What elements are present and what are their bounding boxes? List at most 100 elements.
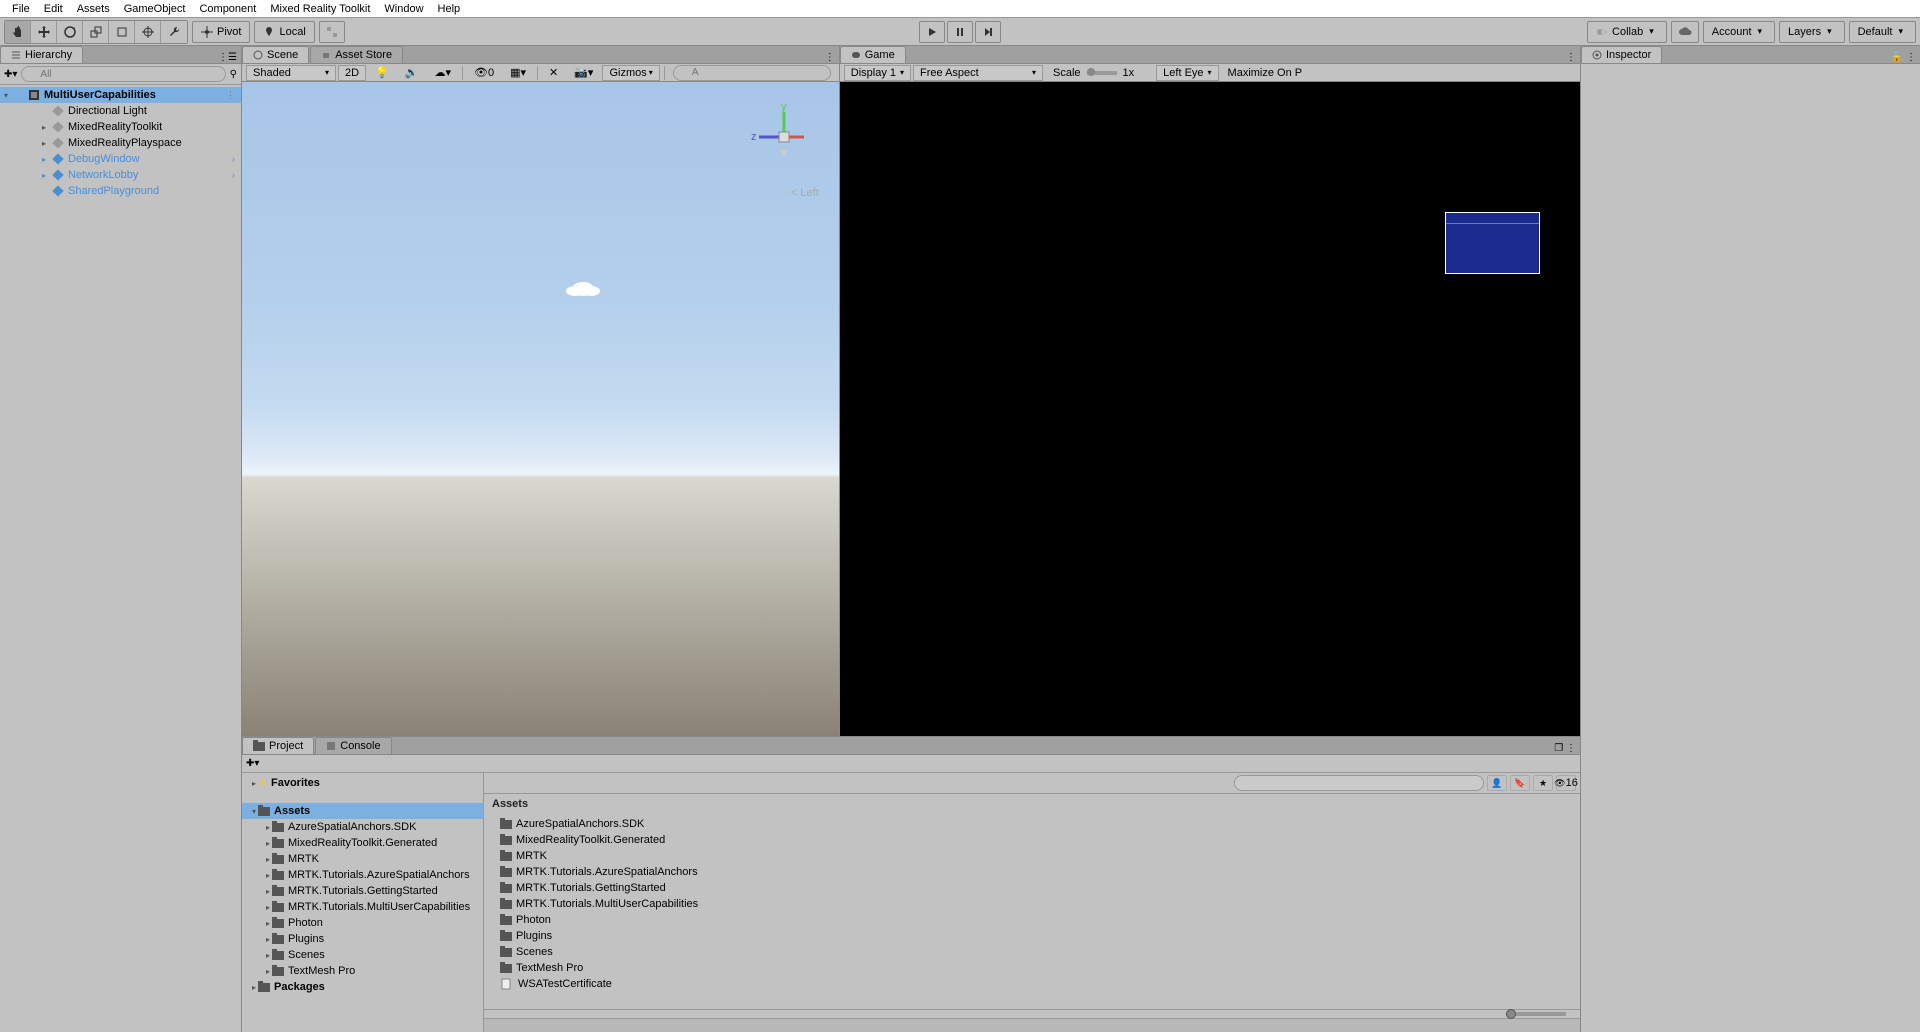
- project-tree-item[interactable]: MixedRealityToolkit.Generated: [242, 835, 483, 851]
- hierarchy-item-debugwindow[interactable]: DebugWindow›: [0, 151, 241, 167]
- asset-item[interactable]: MRTK.Tutorials.MultiUserCapabilities: [492, 896, 1572, 912]
- tab-project[interactable]: Project: [242, 737, 314, 754]
- project-search[interactable]: [1234, 775, 1484, 791]
- step-button[interactable]: [975, 21, 1001, 43]
- hierarchy-item-networklobby[interactable]: NetworkLobby›: [0, 167, 241, 183]
- snap-toggle[interactable]: [319, 21, 345, 43]
- foldout-icon[interactable]: [266, 871, 270, 880]
- asset-item[interactable]: Plugins: [492, 928, 1572, 944]
- hierarchy-filter[interactable]: ⚲: [230, 69, 237, 80]
- menu-gameobject[interactable]: GameObject: [118, 2, 192, 15]
- collab-dropdown[interactable]: Collab: [1587, 21, 1667, 43]
- project-tree-item[interactable]: MRTK.Tutorials.GettingStarted: [242, 883, 483, 899]
- asset-item[interactable]: MRTK.Tutorials.AzureSpatialAnchors: [492, 864, 1572, 880]
- filter-label[interactable]: 🔖: [1510, 775, 1530, 791]
- foldout-icon[interactable]: [42, 155, 46, 164]
- audio-toggle[interactable]: 🔊: [398, 65, 426, 81]
- hierarchy-item-mixedrealityplayspace[interactable]: MixedRealityPlayspace: [0, 135, 241, 151]
- project-tree-item[interactable]: MRTK.Tutorials.AzureSpatialAnchors: [242, 867, 483, 883]
- scale-slider[interactable]: [1087, 71, 1117, 75]
- thumbnail-size-slider[interactable]: [1506, 1012, 1566, 1016]
- asset-item[interactable]: WSATestCertificate: [492, 976, 1572, 992]
- transform-tool[interactable]: [135, 21, 161, 43]
- asset-item[interactable]: MRTK.Tutorials.GettingStarted: [492, 880, 1572, 896]
- tab-console[interactable]: Console: [315, 737, 391, 754]
- hand-tool[interactable]: [5, 21, 31, 43]
- foldout-icon[interactable]: [266, 823, 270, 832]
- gizmos-dropdown[interactable]: Gizmos▾: [602, 65, 659, 81]
- project-tree-item[interactable]: Scenes: [242, 947, 483, 963]
- game-viewport[interactable]: [840, 82, 1580, 736]
- menu-assets[interactable]: Assets: [71, 2, 116, 15]
- foldout-icon[interactable]: [266, 839, 270, 848]
- project-tab-menu[interactable]: ❐ ⋮: [1554, 743, 1576, 754]
- foldout-icon[interactable]: [266, 951, 270, 960]
- 2d-toggle[interactable]: 2D: [338, 65, 366, 81]
- layout-dropdown[interactable]: Default: [1849, 21, 1916, 43]
- assets-root[interactable]: Assets: [242, 803, 483, 819]
- tab-hierarchy[interactable]: Hierarchy: [0, 46, 83, 63]
- filter-type[interactable]: 👤: [1487, 775, 1507, 791]
- foldout-icon[interactable]: [252, 779, 256, 788]
- foldout-icon[interactable]: [252, 807, 256, 816]
- project-tree-item[interactable]: MRTK: [242, 851, 483, 867]
- create-asset-dropdown[interactable]: ✚▾: [246, 758, 259, 769]
- asset-item[interactable]: Scenes: [492, 944, 1572, 960]
- orientation-gizmo[interactable]: y z: [749, 92, 819, 182]
- scene-search[interactable]: [673, 65, 831, 81]
- project-tree-item[interactable]: Photon: [242, 915, 483, 931]
- scene-viewport[interactable]: y z < Left: [242, 82, 839, 736]
- asset-item[interactable]: AzureSpatialAnchors.SDK: [492, 816, 1572, 832]
- foldout-icon[interactable]: [252, 983, 256, 992]
- favorites-root[interactable]: ★ Favorites: [242, 775, 483, 791]
- hierarchy-item-sharedplayground[interactable]: SharedPlayground: [0, 183, 241, 199]
- local-toggle[interactable]: Local: [254, 21, 314, 43]
- shading-mode-dropdown[interactable]: Shaded▾: [246, 65, 336, 81]
- scrollbar[interactable]: [484, 1018, 1580, 1032]
- tab-asset-store[interactable]: Asset Store: [310, 46, 403, 63]
- foldout-icon[interactable]: [266, 919, 270, 928]
- foldout-icon[interactable]: [266, 903, 270, 912]
- rect-tool[interactable]: [109, 21, 135, 43]
- fx-toggle[interactable]: ☁▾: [427, 65, 458, 81]
- create-dropdown[interactable]: ✚▾: [4, 69, 17, 80]
- packages-root[interactable]: Packages: [242, 979, 483, 995]
- tab-inspector[interactable]: Inspector: [1581, 46, 1662, 63]
- hierarchy-tab-menu[interactable]: ⋮☰: [218, 52, 237, 63]
- project-tree-item[interactable]: MRTK.Tutorials.MultiUserCapabilities: [242, 899, 483, 915]
- breadcrumb[interactable]: Assets: [484, 794, 1580, 814]
- move-tool[interactable]: [31, 21, 57, 43]
- scene-tab-menu[interactable]: ⋮: [825, 52, 835, 63]
- foldout-icon[interactable]: [42, 171, 46, 180]
- menu-mrtk[interactable]: Mixed Reality Toolkit: [264, 2, 376, 15]
- foldout-icon[interactable]: [42, 123, 46, 132]
- project-tree-item[interactable]: TextMesh Pro: [242, 963, 483, 979]
- hidden-assets[interactable]: 👁16: [1556, 775, 1576, 791]
- scene-root[interactable]: MultiUserCapabilities ⋮: [0, 87, 241, 103]
- game-tab-menu[interactable]: ⋮: [1566, 52, 1576, 63]
- foldout-icon[interactable]: [266, 935, 270, 944]
- project-tree-item[interactable]: AzureSpatialAnchors.SDK: [242, 819, 483, 835]
- menu-edit[interactable]: Edit: [38, 2, 69, 15]
- lighting-toggle[interactable]: 💡: [368, 65, 396, 81]
- pivot-toggle[interactable]: Pivot: [192, 21, 250, 43]
- play-button[interactable]: [919, 21, 945, 43]
- foldout-icon[interactable]: [266, 887, 270, 896]
- tools-toggle[interactable]: ✕: [542, 65, 565, 81]
- scene-context-menu[interactable]: ⋮: [226, 90, 235, 101]
- maximize-toggle[interactable]: Maximize On P: [1221, 65, 1310, 81]
- menu-window[interactable]: Window: [378, 2, 429, 15]
- tab-scene[interactable]: Scene: [242, 46, 309, 63]
- display-dropdown[interactable]: Display 1▾: [844, 65, 911, 81]
- inspector-tab-menu[interactable]: 🔒 ⋮: [1891, 52, 1916, 63]
- hierarchy-item-mixedrealitytoolkit[interactable]: MixedRealityToolkit: [0, 119, 241, 135]
- asset-item[interactable]: Photon: [492, 912, 1572, 928]
- hierarchy-item-directional-light[interactable]: Directional Light: [0, 103, 241, 119]
- grid-toggle[interactable]: ▦▾: [503, 65, 533, 81]
- filter-fav[interactable]: ★: [1533, 775, 1553, 791]
- cloud-button[interactable]: [1671, 21, 1699, 43]
- hidden-toggle[interactable]: 👁0: [467, 65, 501, 81]
- foldout-icon[interactable]: [42, 139, 46, 148]
- tab-game[interactable]: Game: [840, 46, 906, 63]
- project-tree-item[interactable]: Plugins: [242, 931, 483, 947]
